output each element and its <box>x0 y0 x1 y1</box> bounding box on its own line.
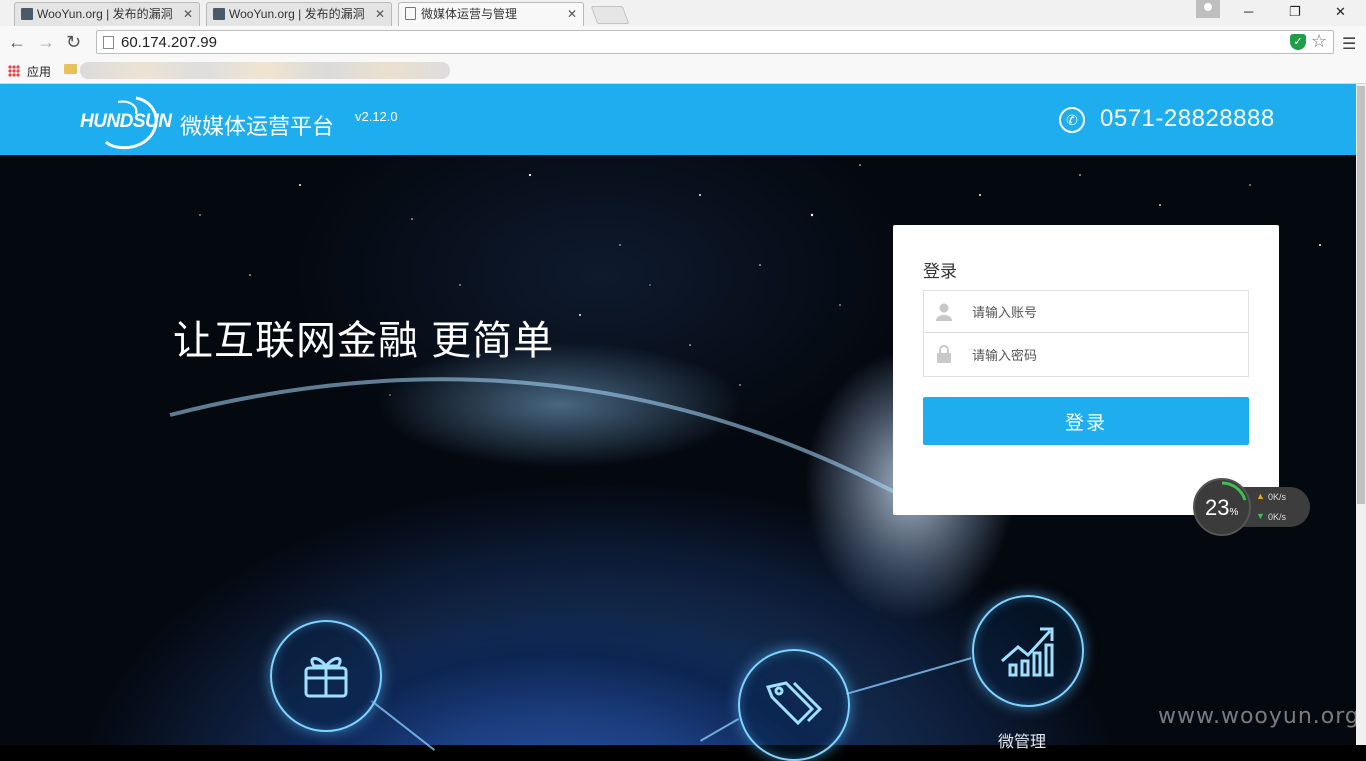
user-icon <box>936 303 952 321</box>
feature-label: 微管理 <box>998 734 1047 751</box>
new-tab-button[interactable] <box>590 6 630 24</box>
upload-speed: 0K/s <box>1268 492 1287 502</box>
tab-title: 微媒体运营与管理 <box>421 7 518 21</box>
profile-icon[interactable] <box>1196 0 1220 18</box>
address-bar[interactable]: 60.174.207.99 <box>96 30 1334 54</box>
gift-icon <box>304 657 348 698</box>
hero-slogan: 让互联网金融 更简单 <box>173 319 555 363</box>
usage-unit: % <box>1229 507 1239 518</box>
apps-grid-icon[interactable] <box>8 65 20 77</box>
usage-percent: 23% <box>1205 495 1238 521</box>
login-button[interactable]: 登录 <box>923 397 1249 445</box>
star-icon[interactable]: ☆ <box>1311 31 1327 52</box>
tag-feature-circle[interactable] <box>738 649 850 761</box>
browser-tab[interactable]: WooYun.org | 发布的漏洞 ✕ <box>14 2 200 26</box>
upload-arrow-icon: ▲ <box>1256 491 1265 501</box>
wooyun-favicon-icon <box>21 8 33 20</box>
password-field <box>923 333 1249 378</box>
tag-icon <box>765 681 823 726</box>
password-input[interactable] <box>970 333 1244 378</box>
close-tab-icon[interactable]: ✕ <box>375 3 385 25</box>
tab-title: WooYun.org | 发布的漏洞 <box>229 7 365 21</box>
lock-icon <box>937 345 951 363</box>
memory-usage-ring[interactable]: 23% <box>1193 478 1251 536</box>
shield-icon[interactable]: ✓ <box>1290 34 1306 50</box>
menu-icon[interactable]: ☰ <box>1342 34 1356 54</box>
usage-value: 23 <box>1205 495 1230 520</box>
page-icon <box>103 36 114 49</box>
apps-link[interactable]: 应用 <box>27 63 51 80</box>
growth-feature-circle[interactable] <box>972 595 1084 707</box>
browser-tab-strip: WooYun.org | 发布的漏洞 ✕ WooYun.org | 发布的漏洞 … <box>0 0 1366 26</box>
wooyun-favicon-icon <box>213 8 225 20</box>
blurred-bookmarks <box>80 62 450 79</box>
close-tab-icon[interactable]: ✕ <box>567 3 577 25</box>
page-icon <box>405 7 416 20</box>
restore-icon[interactable]: ❐ <box>1289 4 1301 20</box>
close-tab-icon[interactable]: ✕ <box>183 3 193 25</box>
gift-feature-circle[interactable] <box>270 620 382 732</box>
folder-icon[interactable] <box>64 64 77 74</box>
back-icon[interactable]: ← <box>8 32 26 53</box>
growth-chart-icon <box>1001 627 1054 677</box>
minimize-icon[interactable]: ─ <box>1244 4 1253 19</box>
login-panel: 登录 登录 <box>893 225 1279 515</box>
version-label: v2.12.0 <box>355 109 398 124</box>
tab-title: WooYun.org | 发布的漏洞 <box>37 7 173 21</box>
close-window-icon[interactable]: ✕ <box>1335 4 1346 20</box>
download-arrow-icon: ▼ <box>1256 511 1265 521</box>
bookmarks-bar: 应用 <box>0 59 1366 84</box>
reload-icon[interactable]: ↻ <box>66 32 81 53</box>
login-title: 登录 <box>923 262 957 281</box>
url-text: 60.174.207.99 <box>121 34 217 51</box>
browser-tab[interactable]: WooYun.org | 发布的漏洞 ✕ <box>206 2 392 26</box>
forward-icon[interactable]: → <box>37 32 55 53</box>
phone-icon: ✆ <box>1059 107 1085 133</box>
username-input[interactable] <box>970 291 1244 334</box>
browser-tab-active[interactable]: 微媒体运营与管理 ✕ <box>398 2 584 26</box>
scrollbar-thumb[interactable] <box>1357 86 1365 504</box>
logo-text: HUNDSUN <box>80 111 172 132</box>
phone-number: 0571-28828888 <box>1100 105 1275 132</box>
download-speed: 0K/s <box>1268 512 1287 522</box>
product-name: 微媒体运营平台 <box>180 114 335 139</box>
watermark: www.wooyun.org <box>1158 704 1360 729</box>
username-field <box>923 290 1249 334</box>
